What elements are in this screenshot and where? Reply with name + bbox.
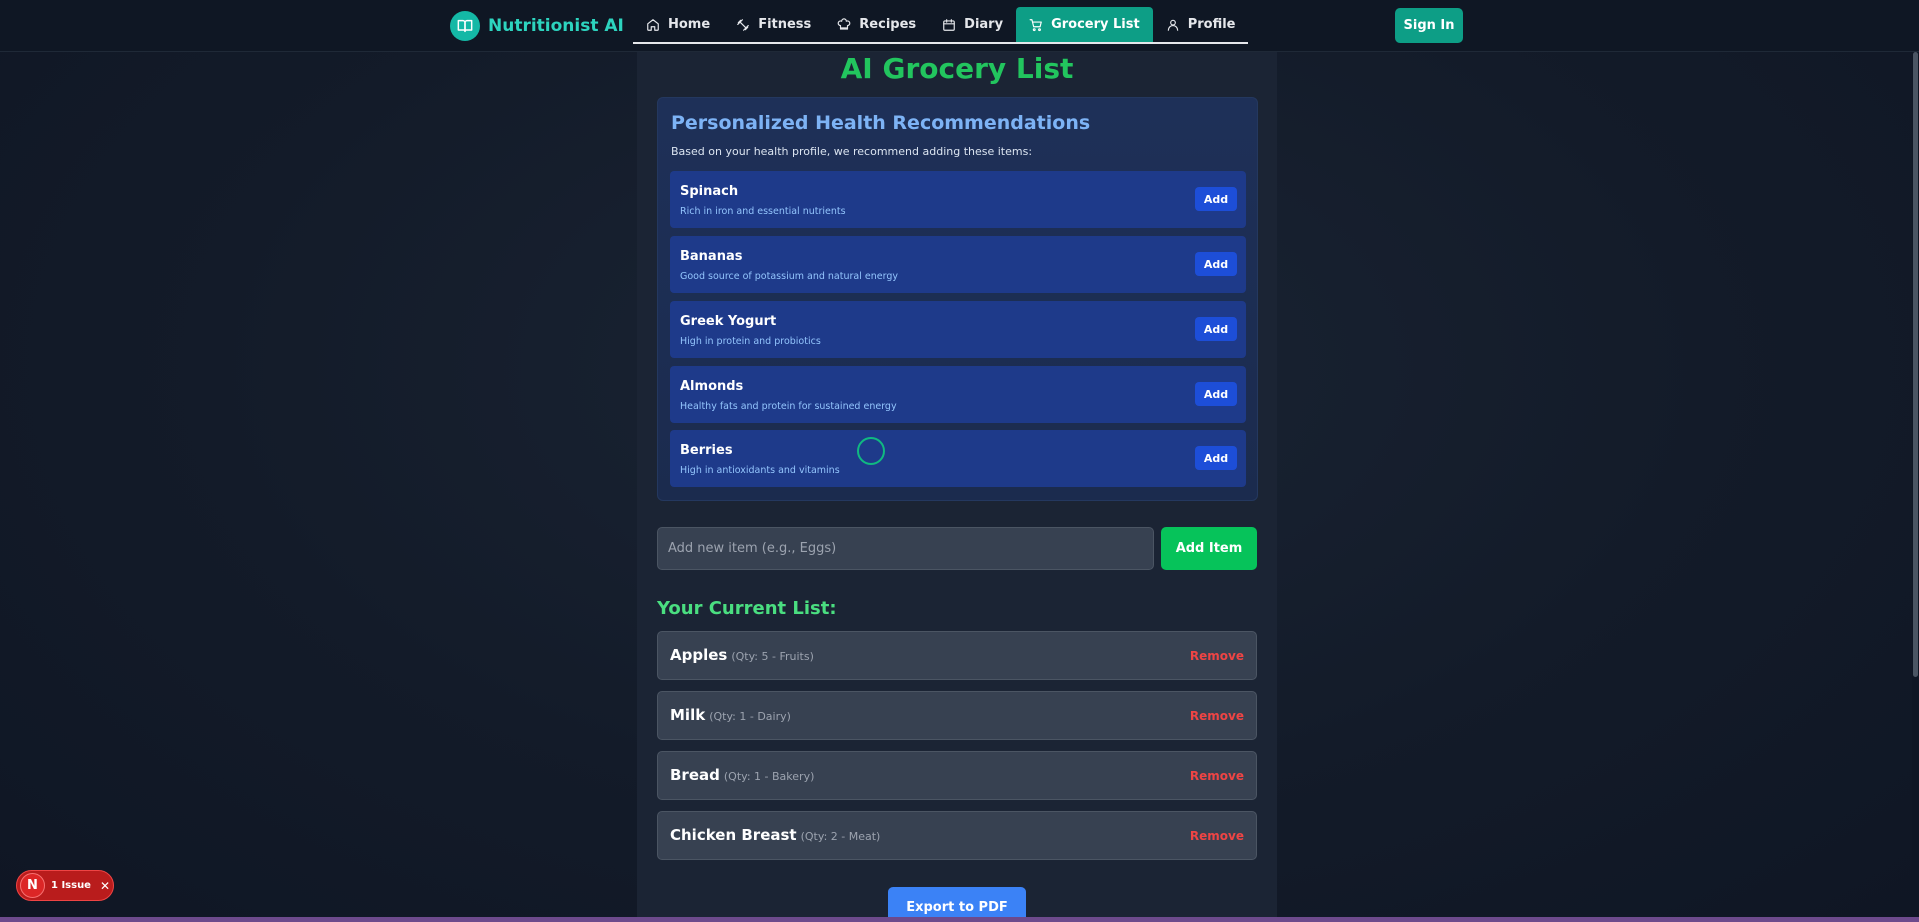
recommendation-desc: Good source of potassium and natural ene… — [680, 271, 898, 282]
nav-profile-label: Profile — [1187, 17, 1236, 32]
current-list-heading: Your Current List: — [657, 598, 837, 619]
close-icon[interactable]: ✕ — [100, 879, 110, 893]
list-item: Chicken Breast (Qty: 2 - Meat) Remove — [657, 811, 1257, 860]
book-open-icon — [450, 11, 480, 41]
list-item-meta: (Qty: 5 - Fruits) — [731, 650, 814, 663]
recommendation-name: Greek Yogurt — [680, 314, 777, 329]
recommendation-desc: Rich in iron and essential nutrients — [680, 206, 846, 217]
nav-diary-label: Diary — [964, 17, 1004, 32]
list-item-name: Milk — [670, 706, 706, 724]
cursor-indicator — [857, 437, 885, 465]
recommendation-name: Spinach — [680, 184, 739, 199]
nav-grocery-list-label: Grocery List — [1051, 17, 1140, 32]
nav-profile[interactable]: Profile — [1153, 7, 1249, 42]
top-navbar: Nutritionist AI Home Fitness Recipes Dia… — [0, 0, 1919, 52]
dumbbell-icon — [737, 18, 750, 31]
brand-name: Nutritionist AI — [488, 16, 624, 36]
scrollbar-thumb[interactable] — [1913, 52, 1918, 677]
recommendation-name: Bananas — [680, 249, 743, 264]
bottom-edge-bar — [0, 917, 1919, 922]
cart-icon — [1029, 18, 1042, 31]
remove-milk-button[interactable]: Remove — [1190, 709, 1244, 723]
remove-chicken-breast-button[interactable]: Remove — [1190, 829, 1244, 843]
nav-fitness-label: Fitness — [758, 17, 812, 32]
list-item-name: Chicken Breast — [670, 826, 797, 844]
user-icon — [1167, 19, 1178, 31]
add-bananas-button[interactable]: Add — [1195, 252, 1237, 276]
nav-home-label: Home — [668, 17, 711, 32]
add-spinach-button[interactable]: Add — [1195, 187, 1237, 211]
recommendation-item: Bananas Good source of potassium and nat… — [670, 236, 1246, 293]
new-item-input[interactable] — [657, 527, 1154, 570]
list-item-meta: (Qty: 2 - Meat) — [800, 830, 881, 843]
nav-fitness[interactable]: Fitness — [723, 7, 824, 42]
list-item: Milk (Qty: 1 - Dairy) Remove — [657, 691, 1257, 740]
recommendation-name: Berries — [680, 443, 733, 458]
recommendations-card: Personalized Health Recommendations Base… — [657, 97, 1258, 501]
add-berries-button[interactable]: Add — [1195, 446, 1237, 470]
page-title: AI Grocery List — [840, 52, 1074, 85]
page-scrollbar[interactable] — [1912, 52, 1919, 922]
chef-hat-icon — [837, 17, 851, 30]
nav-recipes-label: Recipes — [859, 17, 917, 32]
issues-count: 1 Issue — [51, 880, 91, 891]
recommendations-title: Personalized Health Recommendations — [671, 112, 1091, 134]
recommendation-item: Almonds Healthy fats and protein for sus… — [670, 366, 1246, 423]
recommendation-desc: High in protein and probiotics — [680, 336, 821, 347]
recommendation-item: Greek Yogurt High in protein and probiot… — [670, 301, 1246, 358]
list-item: Apples (Qty: 5 - Fruits) Remove — [657, 631, 1257, 680]
grocery-panel: AI Grocery List Personalized Health Reco… — [637, 52, 1277, 922]
list-item-meta: (Qty: 1 - Dairy) — [709, 710, 791, 723]
home-icon — [647, 18, 659, 31]
recommendation-desc: Healthy fats and protein for sustained e… — [680, 401, 897, 412]
nextjs-logo-icon: N — [20, 873, 45, 898]
issues-badge[interactable]: N 1 Issue ✕ — [16, 870, 114, 901]
brand-logo[interactable]: Nutritionist AI — [450, 11, 624, 41]
recommendation-item: Spinach Rich in iron and essential nutri… — [670, 171, 1246, 228]
remove-apples-button[interactable]: Remove — [1190, 649, 1244, 663]
add-greek-yogurt-button[interactable]: Add — [1195, 317, 1237, 341]
sign-in-button[interactable]: Sign In — [1395, 8, 1463, 43]
recommendation-name: Almonds — [680, 379, 744, 394]
list-item: Bread (Qty: 1 - Bakery) Remove — [657, 751, 1257, 800]
nav-recipes[interactable]: Recipes — [824, 7, 929, 42]
recommendation-desc: High in antioxidants and vitamins — [680, 465, 840, 476]
add-item-button[interactable]: Add Item — [1161, 527, 1257, 570]
recommendations-subtitle: Based on your health profile, we recomme… — [671, 145, 1033, 158]
remove-bread-button[interactable]: Remove — [1190, 769, 1244, 783]
list-item-name: Bread — [670, 766, 720, 784]
list-item-meta: (Qty: 1 - Bakery) — [723, 770, 815, 783]
nav-home[interactable]: Home — [633, 7, 723, 42]
recommendation-item: Berries High in antioxidants and vitamin… — [670, 430, 1246, 487]
add-almonds-button[interactable]: Add — [1195, 382, 1237, 406]
nav-grocery-list[interactable]: Grocery List — [1016, 7, 1153, 42]
list-item-name: Apples — [670, 646, 728, 664]
nav-diary[interactable]: Diary — [929, 7, 1016, 42]
nav-links: Home Fitness Recipes Diary Grocery List … — [633, 7, 1249, 44]
calendar-icon — [943, 18, 955, 31]
